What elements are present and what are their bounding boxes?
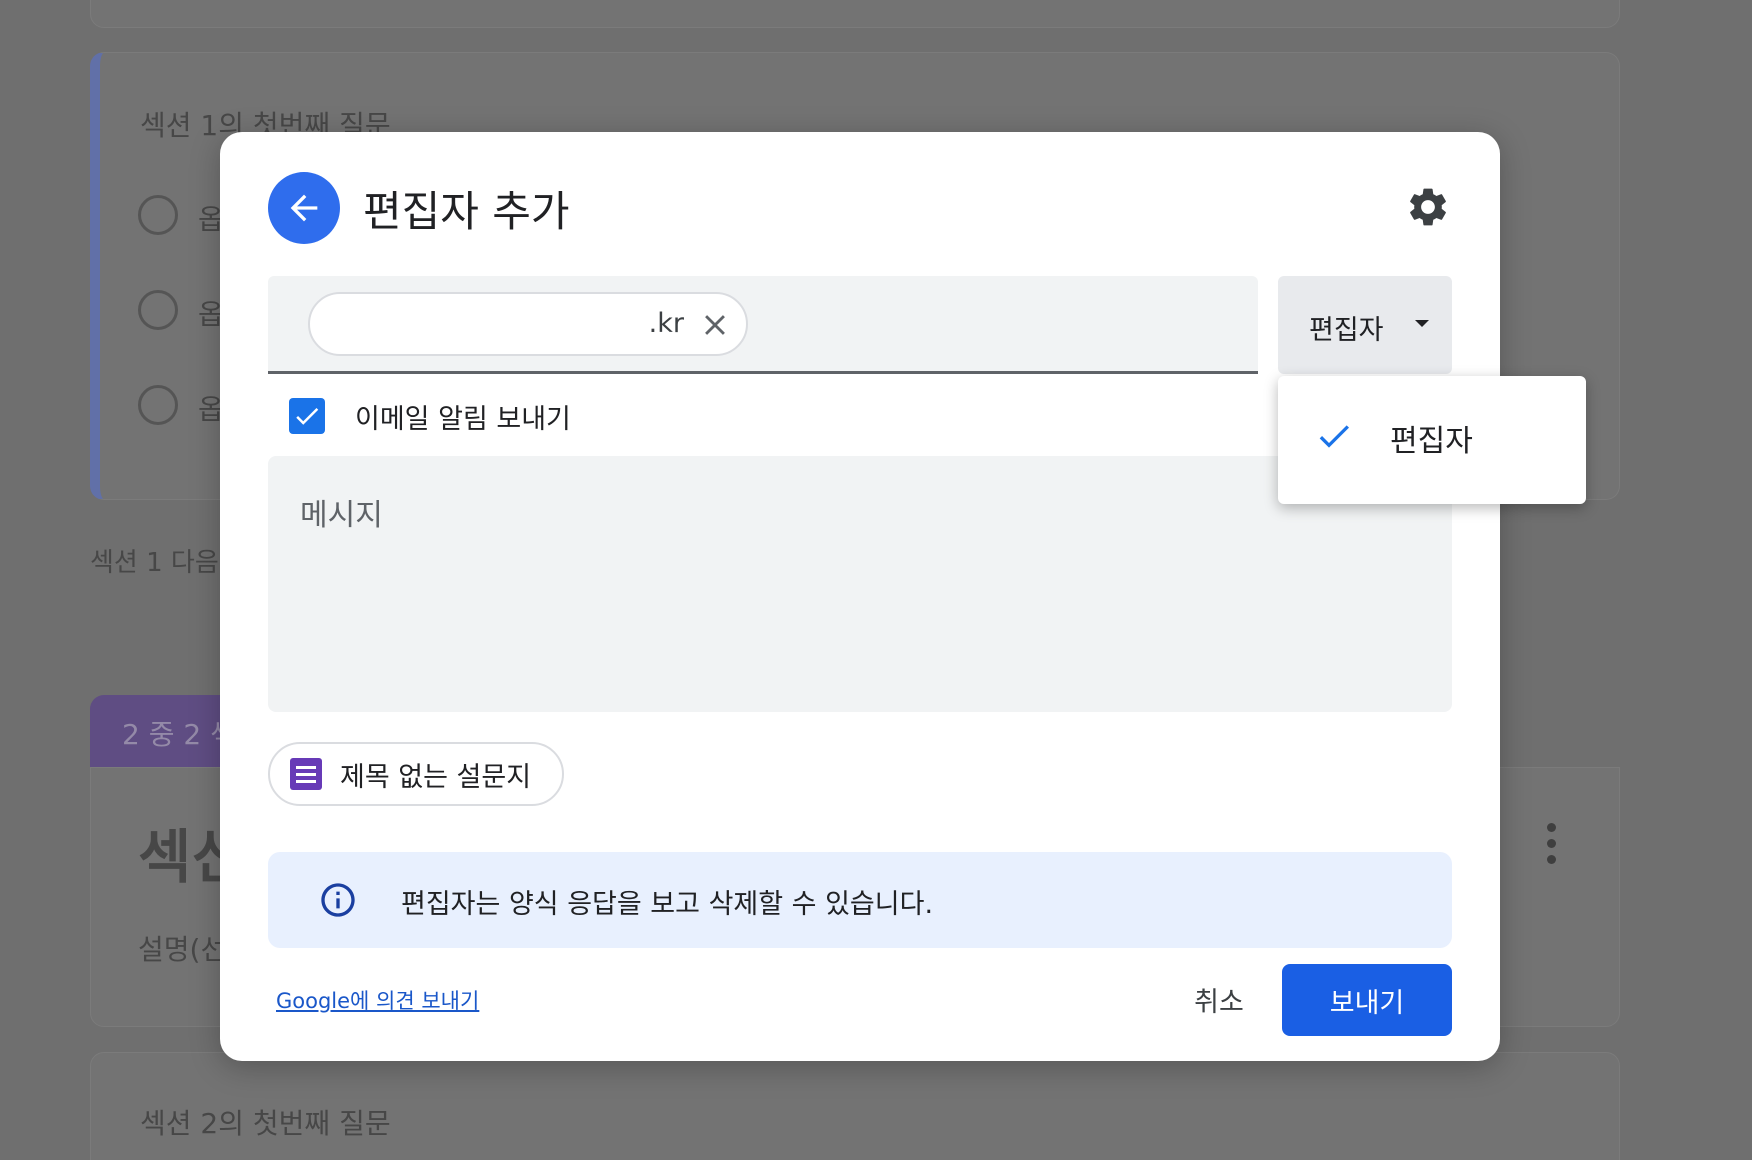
recipient-input-field[interactable]: .kr bbox=[268, 276, 1258, 374]
checkmark-icon bbox=[1319, 425, 1349, 448]
bg-description: 설명(선 bbox=[138, 933, 227, 966]
add-editor-dialog: 편집자 추가 .kr 편집자 이메일 알림 보내기 제목 없는 설문지 편집자는… bbox=[220, 132, 1500, 1061]
bg-radio bbox=[138, 385, 178, 425]
bg-card-top bbox=[90, 0, 1620, 28]
message-field bbox=[268, 456, 1452, 712]
checkbox-check-icon bbox=[296, 407, 319, 425]
bg-after-section-label: 섹션 1 다음 bbox=[90, 548, 219, 578]
bg-radio bbox=[138, 290, 178, 330]
notify-label: 이메일 알림 보내기 bbox=[355, 403, 571, 435]
role-menu-item-editor[interactable]: 편집자 bbox=[1278, 396, 1586, 476]
info-banner: 편집자는 양식 응답을 보고 삭제할 수 있습니다. bbox=[268, 852, 1452, 948]
close-icon[interactable] bbox=[698, 308, 732, 342]
recipient-chip[interactable]: .kr bbox=[308, 292, 748, 356]
form-chip[interactable]: 제목 없는 설문지 bbox=[268, 742, 564, 806]
notify-checkbox[interactable] bbox=[289, 398, 325, 434]
notify-row: 이메일 알림 보내기 bbox=[289, 398, 571, 435]
cancel-button[interactable]: 취소 bbox=[1140, 964, 1298, 1034]
dropdown-caret-icon bbox=[1415, 320, 1429, 327]
role-dropdown-label: 편집자 bbox=[1309, 315, 1384, 346]
send-button[interactable]: 보내기 bbox=[1282, 964, 1452, 1036]
bg-section-tag-label: 2 중 2 섹 bbox=[122, 718, 236, 751]
info-icon bbox=[321, 883, 355, 917]
forms-icon bbox=[290, 758, 322, 790]
dialog-title: 편집자 추가 bbox=[363, 187, 570, 236]
arrow-back-icon bbox=[290, 194, 318, 222]
bg-radio bbox=[138, 195, 178, 235]
role-dropdown-button[interactable]: 편집자 bbox=[1278, 276, 1452, 374]
gear-icon[interactable] bbox=[1405, 184, 1451, 230]
recipient-chip-label: .kr bbox=[648, 308, 684, 339]
message-textarea[interactable] bbox=[268, 456, 1452, 712]
info-text: 편집자는 양식 응답을 보고 삭제할 수 있습니다. bbox=[401, 889, 934, 920]
role-menu-item-label: 편집자 bbox=[1390, 424, 1473, 459]
more-vert-icon bbox=[1547, 823, 1557, 864]
role-menu: 편집자 bbox=[1278, 376, 1586, 504]
back-button[interactable] bbox=[268, 172, 340, 244]
bg-question2-title: 섹션 2의 첫번째 질문 bbox=[140, 1107, 391, 1140]
send-feedback-link[interactable]: Google에 의견 보내기 bbox=[276, 985, 479, 1015]
form-chip-label: 제목 없는 설문지 bbox=[340, 761, 532, 793]
